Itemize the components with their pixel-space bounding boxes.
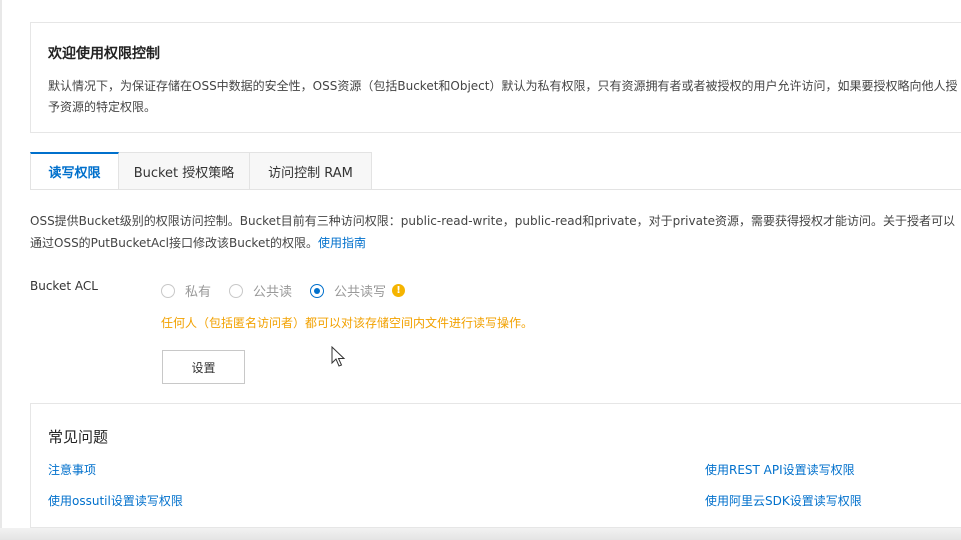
faq-link-rest-api[interactable]: 使用REST API设置读写权限 <box>705 461 855 478</box>
acl-radio-group: 私有 公共读 公共读写 ! <box>161 281 423 300</box>
welcome-text: 默认情况下，为保证存储在OSS中数据的安全性，OSS资源（包括Bucket和Ob… <box>48 79 958 114</box>
set-button[interactable]: 设置 <box>162 350 245 384</box>
usage-guide-link[interactable]: 使用指南 <box>318 236 366 250</box>
faq-link-notes[interactable]: 注意事项 <box>48 461 96 478</box>
acl-description: OSS提供Bucket级别的权限访问控制。Bucket目前有三种访问权限：pub… <box>30 214 956 250</box>
faq-link-ossutil[interactable]: 使用ossutil设置读写权限 <box>48 492 183 509</box>
tab-ram-access-control[interactable]: 访问控制 RAM <box>250 152 372 190</box>
radio-private[interactable] <box>161 283 175 298</box>
warning-icon: ! <box>392 284 406 297</box>
acl-option-public-read[interactable]: 公共读 <box>229 281 292 300</box>
welcome-panel: 欢迎使用权限控制 默认情况下，为保证存储在OSS中数据的安全性，OSS资源（包括… <box>30 22 961 133</box>
welcome-title: 欢迎使用权限控制 <box>48 46 160 62</box>
faq-title: 常见问题 <box>48 428 109 446</box>
faq-panel: 常见问题 注意事项 使用REST API设置读写权限 使用ossutil设置读写… <box>30 403 961 528</box>
bottom-edge <box>0 528 961 540</box>
tab-divider <box>30 189 961 190</box>
tab-bucket-policy[interactable]: Bucket 授权策略 <box>119 152 250 190</box>
left-divider <box>0 0 2 540</box>
faq-link-sdk[interactable]: 使用阿里云SDK设置读写权限 <box>705 492 862 509</box>
mouse-cursor-icon <box>331 346 346 367</box>
acl-option-private[interactable]: 私有 <box>161 281 211 300</box>
acl-option-public-read-write[interactable]: 公共读写 ! <box>310 281 406 300</box>
acl-warning-text: 任何人（包括匿名访问者）都可以对该存储空间内文件进行读写操作。 <box>161 316 534 330</box>
radio-public-read[interactable] <box>229 283 244 298</box>
tab-read-write-permission[interactable]: 读写权限 <box>30 152 119 190</box>
tab-bar: 读写权限 Bucket 授权策略 访问控制 RAM <box>30 152 372 190</box>
radio-public-read-write[interactable] <box>310 283 325 298</box>
bucket-acl-label: Bucket ACL <box>30 279 98 293</box>
